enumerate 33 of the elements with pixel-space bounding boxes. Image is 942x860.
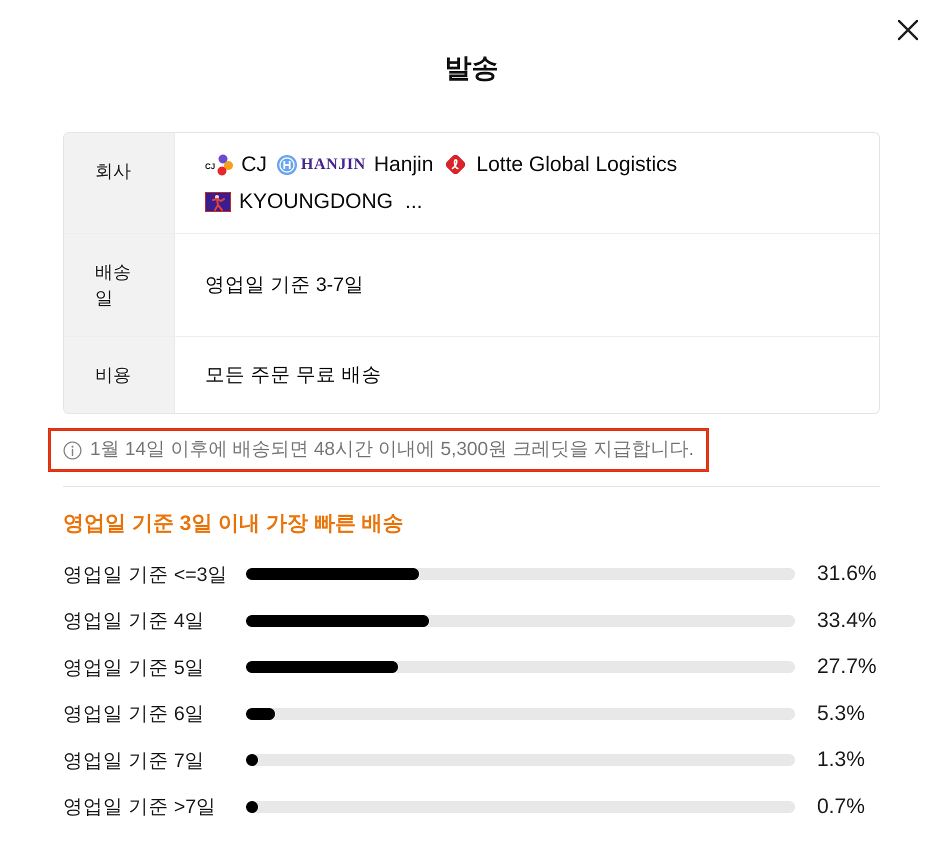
carrier-name: CJ [241,152,267,178]
percent-reading: 31.6% [817,562,878,586]
detail-label: 회사 [64,133,175,233]
percent-reading: 0.7% [817,794,866,819]
carrier-name: Lotte Global Logistics [476,152,678,178]
close-button[interactable] [895,17,921,43]
logo-wordmark: CJ [205,162,216,170]
carrier-name: Hanjin [374,152,434,178]
detail-label: 배송일 [64,234,175,336]
circle-logo-icon [276,154,297,174]
logo-wordmark: HANJIN [300,155,366,175]
bar-label: 영업일 기준 <=3일 [63,562,228,588]
info-icon [63,440,82,460]
detail-value: 영업일 기준 3-7일 [205,272,364,298]
bar-label: 영업일 기준 4일 [63,609,206,634]
percent-reading: 27.7% [817,655,878,680]
section-heading: 영업일 기준 3일 이내 가장 빠른 배송 [63,511,405,537]
detail-label: 비용 [64,337,175,413]
detail-value: 모든 주문 무료 배송 [205,362,382,388]
more-indicator: ... [405,189,423,215]
percent-reading: 33.4% [817,608,878,633]
percent-reading: 5.3% [817,702,866,726]
petal-logo-icon [215,154,234,176]
dialog-title: 발송 [444,52,500,84]
bar-label: 영업일 기준 7일 [63,748,206,774]
bar-label: 영업일 기준 >7일 [63,795,218,820]
bar-label: 영업일 기준 6일 [63,702,206,728]
carrier-name: KYOUNGDONG [239,189,394,215]
percent-reading: 1.3% [817,748,866,772]
runner-logo-icon [205,192,231,212]
notice-text: 1월 14일 이후에 배송되면 48시간 이내에 5,300원 크레딧을 지급합니다. [90,438,694,462]
close-icon [897,19,919,41]
bar-label: 영업일 기준 5일 [63,656,206,681]
